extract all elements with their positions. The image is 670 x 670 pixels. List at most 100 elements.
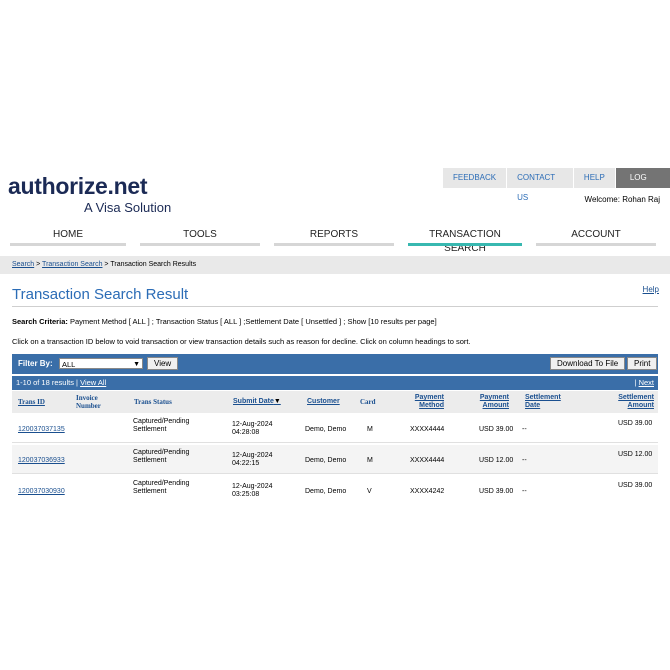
download-to-file-button[interactable]: Download To File — [550, 357, 626, 370]
top-utility-nav: FEEDBACK CONTACT US HELP LOG OUT — [443, 168, 670, 202]
tab-transaction-search-label: TRANSACTION SEARCH — [429, 229, 501, 254]
settlement-date: -- — [522, 426, 527, 433]
main-nav: HOME TOOLS REPORTS TRANSACTION SEARCH AC… — [0, 228, 670, 254]
authorize-net-logo[interactable]: authorize.net A Visa Solution — [8, 172, 171, 215]
col-payment-amount-line2: Amount — [482, 402, 509, 409]
col-settlement-date-line2: Date — [525, 402, 541, 409]
tab-tools[interactable]: TOOLS — [140, 228, 260, 246]
results-summary: 1-10 of 18 results | View All — [16, 376, 106, 390]
card-type: M — [367, 457, 373, 464]
filter-bar: Filter By: ALL ▼ View Download To File Pr… — [12, 354, 658, 374]
help-link[interactable]: Help — [643, 285, 659, 294]
trans-status: Captured/Pending Settlement — [133, 449, 189, 465]
col-payment-method-line2: Method — [419, 402, 444, 409]
submit-date-day: 12-Aug-2024 — [232, 452, 273, 459]
col-payment-amount[interactable]: Payment Amount — [467, 394, 509, 410]
payment-amount: USD 39.00 — [479, 488, 514, 495]
col-card[interactable]: Card — [360, 398, 376, 406]
col-trans-id[interactable]: Trans ID — [18, 398, 45, 406]
breadcrumb: Search > Transaction Search > Transactio… — [0, 256, 670, 274]
col-submit-date[interactable]: Submit Date▼ — [233, 398, 281, 406]
customer-name: Demo, Demo — [305, 457, 347, 464]
trans-status-line1: Captured/Pending — [133, 418, 190, 425]
settlement-date: -- — [522, 488, 527, 495]
tab-home[interactable]: HOME — [10, 228, 126, 246]
chevron-down-icon: ▼ — [133, 361, 140, 368]
filter-label: Filter By: — [18, 359, 53, 368]
logo-tld: net — [113, 173, 148, 199]
feedback-link[interactable]: FEEDBACK — [443, 168, 507, 188]
col-submit-date-label: Submit Date — [233, 398, 274, 405]
submit-date-time: 03:25:08 — [232, 491, 260, 498]
tab-transaction-search[interactable]: TRANSACTION SEARCH — [408, 228, 522, 254]
breadcrumb-current: Transaction Search Results — [110, 261, 197, 268]
logo-tagline: A Visa Solution — [84, 200, 172, 215]
logo-word: authorize — [8, 173, 108, 199]
trans-id-link[interactable]: 120037036933 — [18, 457, 65, 465]
contact-us-link[interactable]: CONTACT US — [507, 168, 573, 202]
tab-reports-label: REPORTS — [309, 229, 359, 240]
card-type: M — [367, 426, 373, 433]
col-payment-method-line1: Payment — [414, 394, 444, 401]
search-criteria-label: Search Criteria: — [12, 317, 68, 326]
submit-date: 12-Aug-2024 04:22:15 — [232, 452, 272, 468]
print-button[interactable]: Print — [627, 357, 658, 370]
customer-name: Demo, Demo — [305, 488, 347, 495]
table-header: Trans ID Invoice Number Trans Status Subm… — [12, 391, 658, 413]
col-settlement-amount-line1: Settlement — [618, 394, 654, 401]
pagination-bar: 1-10 of 18 results | View All | Next — [12, 376, 658, 390]
col-settlement-amount[interactable]: Settlement Amount — [602, 394, 654, 410]
col-payment-method[interactable]: Payment Method — [400, 394, 444, 410]
next-page-link[interactable]: Next — [639, 378, 654, 387]
col-trans-status[interactable]: Trans Status — [134, 398, 172, 406]
results-count: 1-10 of 18 results | — [16, 378, 81, 387]
trans-id-link[interactable]: 120037037135 — [18, 426, 65, 434]
page-title: Transaction Search Result — [12, 286, 189, 303]
submit-date-time: 04:22:15 — [232, 460, 260, 467]
pagination-next: | Next — [635, 376, 654, 390]
settlement-date: -- — [522, 457, 527, 464]
submit-date-time: 04:28:08 — [232, 429, 260, 436]
col-invoice-line2: Number — [76, 402, 101, 410]
search-criteria-text: Payment Method [ ALL ] ; Transaction Sta… — [67, 317, 437, 326]
submit-date-day: 12-Aug-2024 — [232, 483, 273, 490]
tab-account-label: ACCOUNT — [571, 229, 621, 240]
logo-wordmark: authorize.net — [8, 172, 148, 200]
trans-status-line2: Settlement — [133, 457, 167, 464]
settlement-amount: USD 39.00 — [618, 482, 653, 489]
payment-method: XXXX4242 — [410, 488, 445, 495]
submit-date: 12-Aug-2024 04:28:08 — [232, 421, 272, 437]
breadcrumb-separator: > — [34, 261, 43, 268]
trans-id-link[interactable]: 120037030930 — [18, 488, 65, 496]
help-link-top[interactable]: HELP — [573, 168, 615, 188]
sort-desc-icon: ▼ — [273, 398, 281, 405]
view-all-link[interactable]: View All — [80, 378, 106, 387]
trans-status-line1: Captured/Pending — [133, 480, 190, 487]
submit-date: 12-Aug-2024 03:25:08 — [232, 483, 272, 499]
logout-button[interactable]: LOG OUT — [615, 168, 670, 202]
filter-select[interactable]: ALL ▼ — [59, 358, 143, 369]
col-invoice-number[interactable]: Invoice Number — [76, 394, 101, 410]
settlement-amount: USD 39.00 — [618, 420, 653, 427]
table-row: 120037037135 Captured/Pending Settlement … — [12, 414, 658, 443]
trans-status-line2: Settlement — [133, 488, 167, 495]
view-button[interactable]: View — [147, 357, 179, 370]
breadcrumb-search[interactable]: Search — [12, 261, 34, 268]
col-settlement-amount-line2: Amount — [627, 402, 654, 409]
settlement-amount: USD 12.00 — [618, 451, 653, 458]
col-settlement-date[interactable]: Settlement Date — [525, 394, 561, 410]
tab-account[interactable]: ACCOUNT — [536, 228, 656, 246]
col-customer[interactable]: Customer — [307, 398, 340, 406]
tab-tools-label: TOOLS — [183, 229, 217, 240]
card-type: V — [367, 488, 372, 495]
search-criteria: Search Criteria: Payment Method [ ALL ] … — [12, 317, 437, 326]
trans-status: Captured/Pending Settlement — [133, 480, 189, 496]
filter-selected-value: ALL — [62, 360, 76, 369]
welcome-message: Welcome: Rohan Raj — [584, 195, 660, 204]
trans-status-line1: Captured/Pending — [133, 449, 190, 456]
col-invoice-line1: Invoice — [76, 394, 98, 402]
payment-amount: USD 12.00 — [479, 457, 514, 464]
tab-reports[interactable]: REPORTS — [274, 228, 394, 246]
col-settlement-date-line1: Settlement — [525, 394, 561, 401]
breadcrumb-transaction-search[interactable]: Transaction Search — [42, 261, 102, 268]
